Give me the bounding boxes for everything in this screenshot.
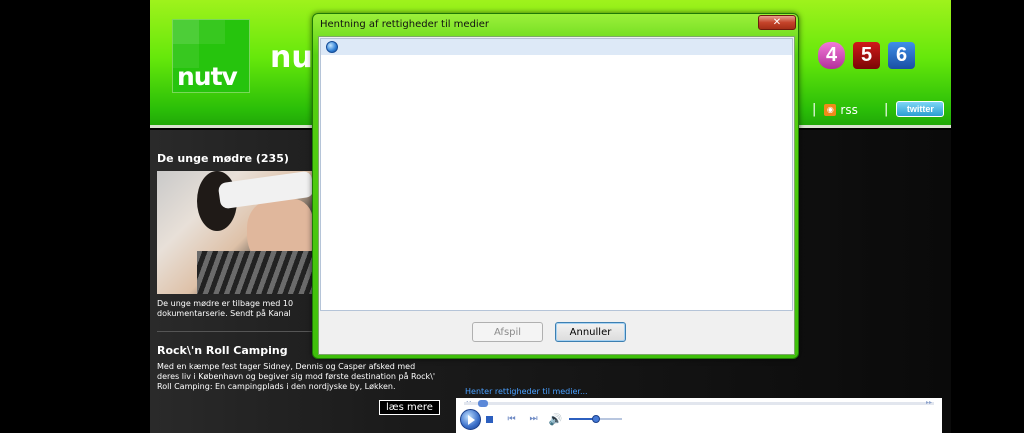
- stop-button[interactable]: [486, 416, 493, 423]
- cancel-button[interactable]: Annuller: [555, 322, 626, 342]
- play-dialog-button[interactable]: Afspil: [472, 322, 543, 342]
- rss-icon: ◉: [824, 103, 837, 116]
- article-thumbnail[interactable]: [157, 171, 313, 294]
- page: nutv nu 4 5 6 | ◉ rss | twitter De unge …: [0, 0, 1024, 433]
- article-description: Med en kæmpe fest tager Sidney, Dennis o…: [157, 362, 436, 391]
- channel-6-logo[interactable]: 6: [888, 42, 915, 69]
- media-list[interactable]: [320, 38, 793, 311]
- globe-icon: [326, 41, 338, 53]
- dialog-body: Afspil Annuller: [318, 36, 795, 355]
- rss-link[interactable]: | ◉ rss: [812, 102, 858, 117]
- media-player: ◂◂ ▸▸ ⏮ ⏭ 🔊: [456, 398, 942, 433]
- rss-label: rss: [840, 102, 858, 117]
- read-more-button[interactable]: læs mere: [379, 400, 440, 415]
- list-item[interactable]: [321, 39, 792, 55]
- channel-4-logo[interactable]: 4: [818, 42, 845, 69]
- logo-text: nutv: [177, 62, 238, 91]
- seek-bar[interactable]: [464, 400, 934, 407]
- seek-knob[interactable]: [478, 400, 488, 407]
- article-description: De unge mødre er tilbage med 10 dokument…: [157, 299, 294, 318]
- dialog-title: Hentning af rettigheder til medier: [320, 19, 489, 30]
- rights-dialog: Hentning af rettigheder til medier ✕ Afs…: [312, 13, 799, 359]
- channel-logos: 4 5 6: [818, 42, 915, 69]
- channel-5-logo[interactable]: 5: [853, 42, 880, 69]
- volume-slider[interactable]: [569, 415, 622, 423]
- play-icon: [468, 414, 475, 425]
- volume-knob[interactable]: [591, 415, 600, 423]
- next-icon[interactable]: ⏭: [528, 414, 539, 424]
- separator: |: [884, 101, 889, 117]
- close-button[interactable]: ✕: [758, 15, 796, 30]
- nutv-logo[interactable]: nutv: [172, 19, 250, 93]
- play-button[interactable]: [460, 409, 481, 430]
- twitter-badge: twitter: [896, 101, 945, 117]
- volume-icon[interactable]: 🔊: [549, 413, 563, 426]
- brand-title: nu: [270, 40, 313, 75]
- seek-forward-icon[interactable]: ▸▸: [926, 399, 932, 406]
- twitter-link[interactable]: | twitter: [884, 101, 945, 117]
- separator: |: [812, 102, 817, 117]
- player-status-text: Henter rettigheder til medier...: [465, 387, 588, 396]
- previous-icon[interactable]: ⏮: [506, 414, 517, 424]
